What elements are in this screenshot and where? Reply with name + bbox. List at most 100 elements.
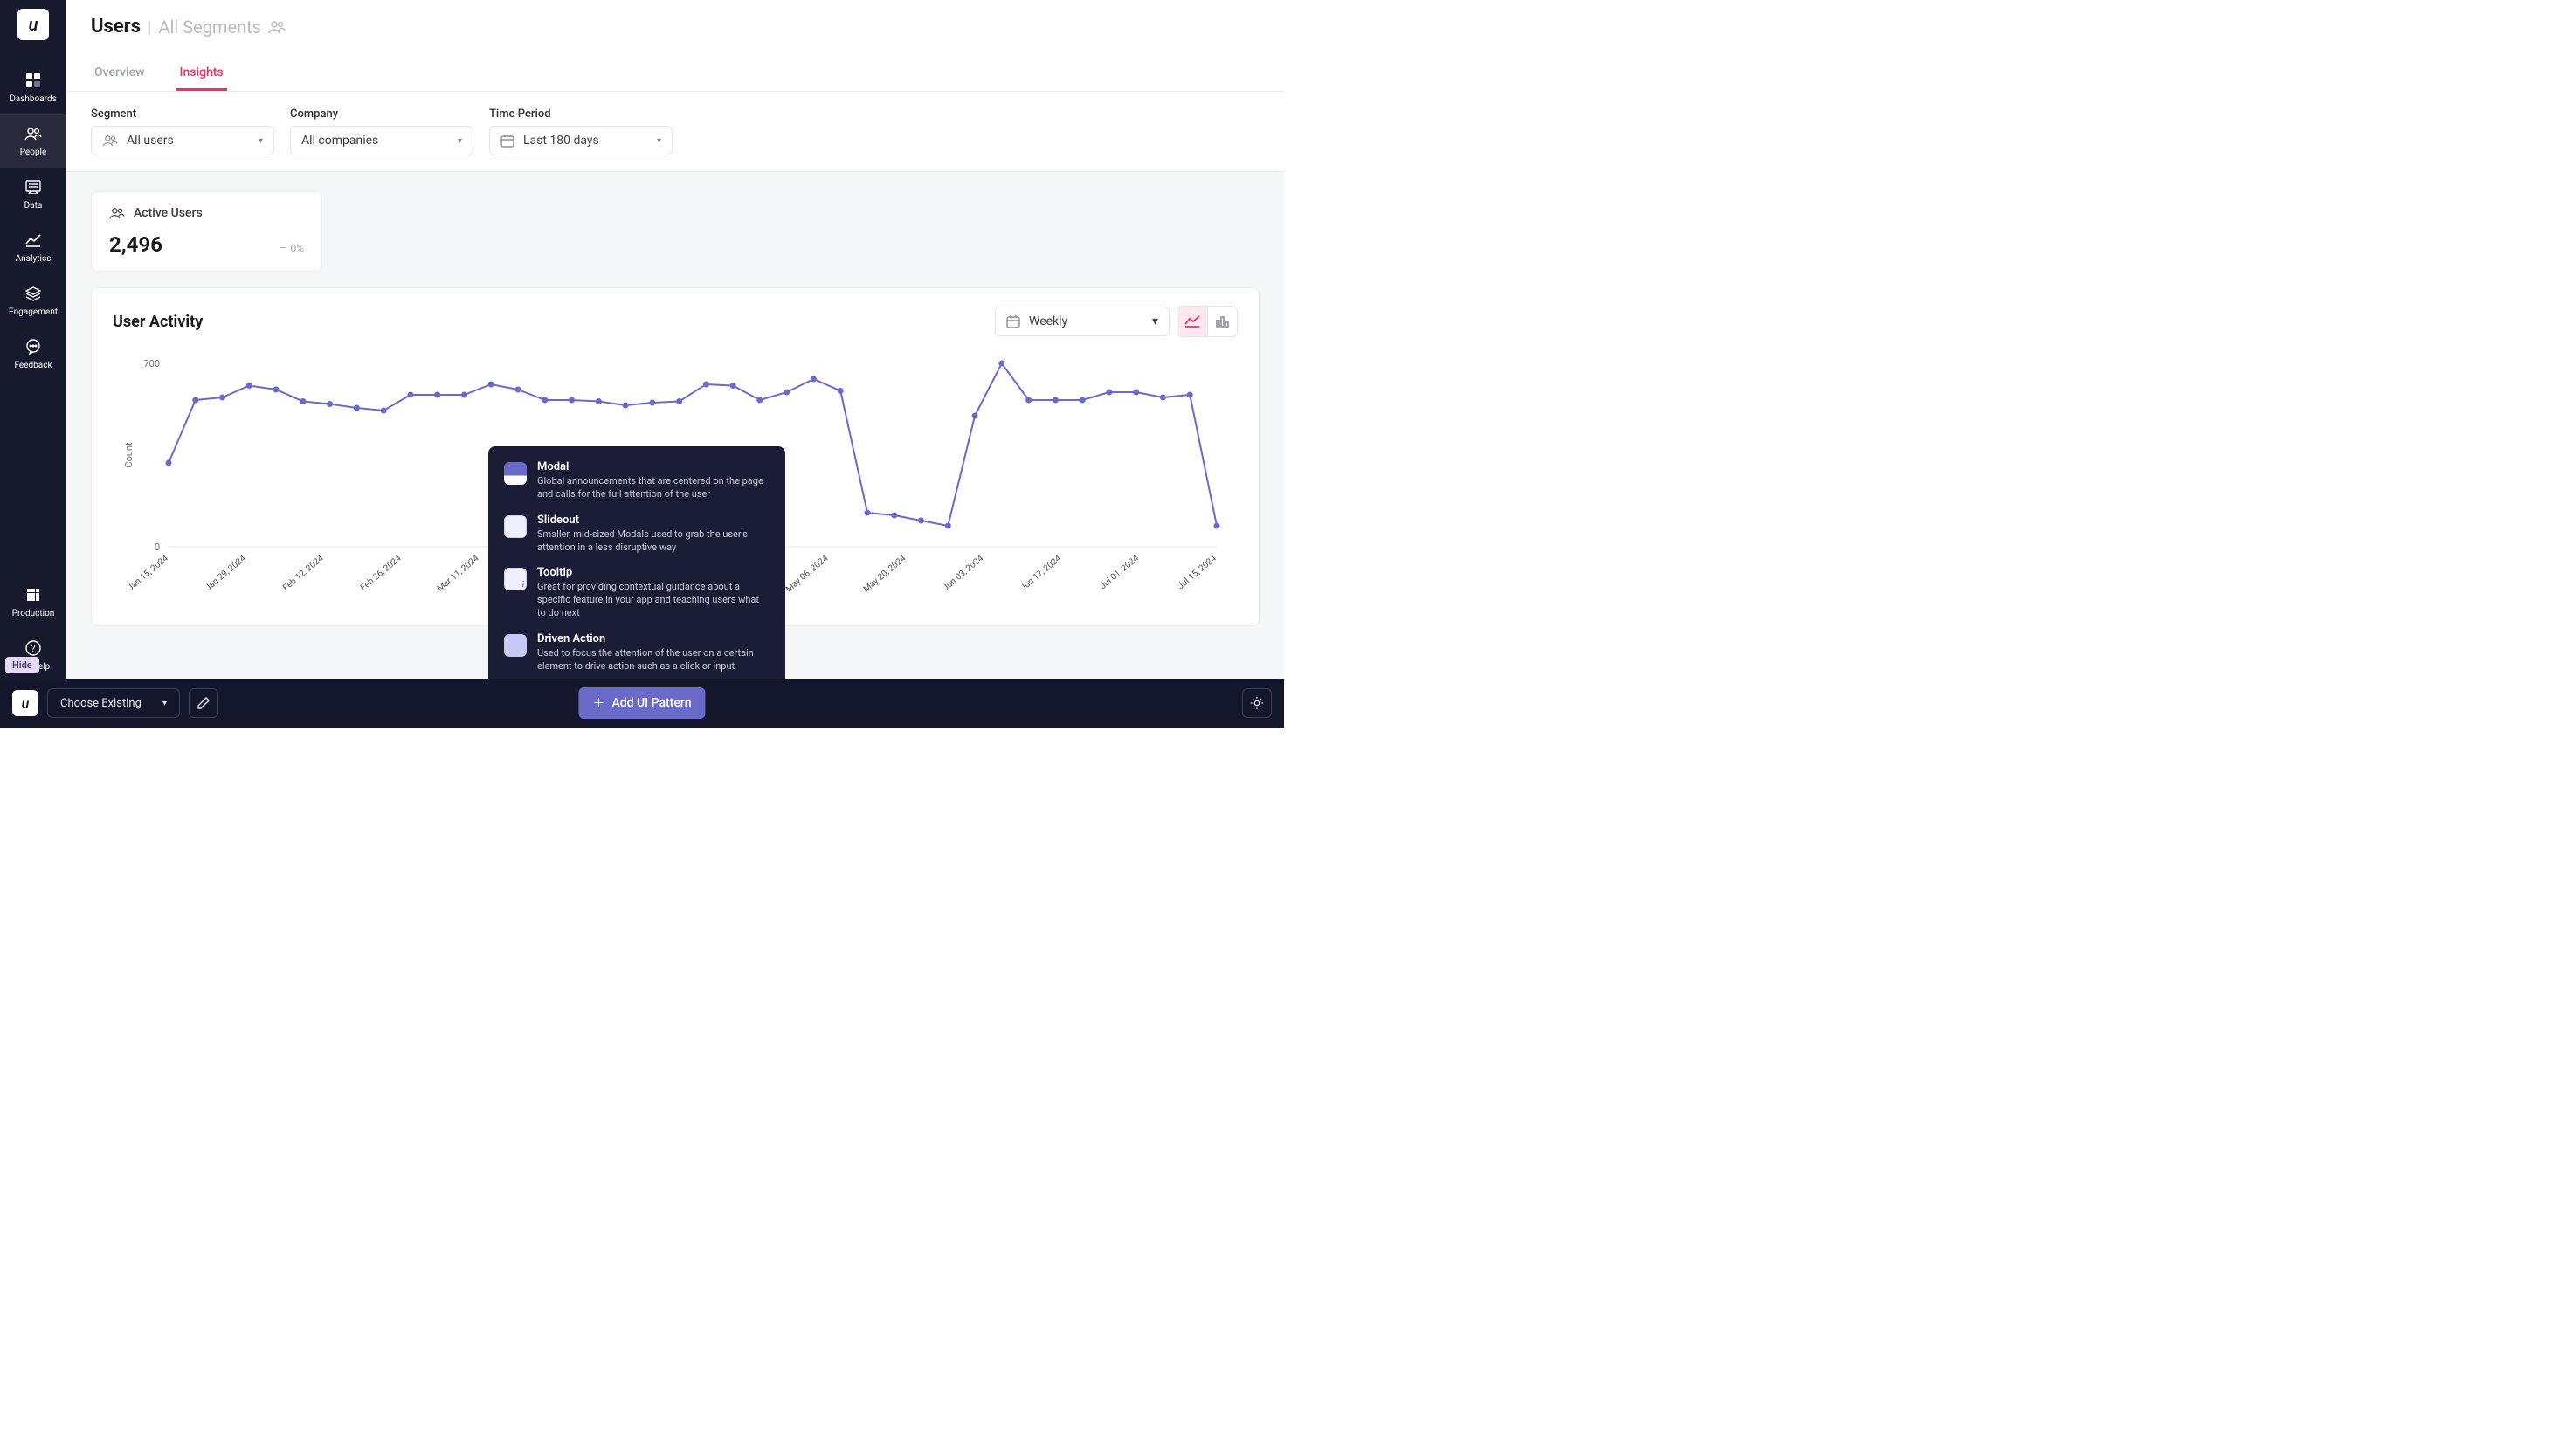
- pattern-slideout[interactable]: Slideout Smaller, mid-sized Modals used …: [504, 514, 770, 555]
- sidebar-item-label: Dashboards: [10, 94, 57, 104]
- sidebar-item-label: Production: [12, 609, 55, 618]
- chevron-down-icon: ▾: [162, 699, 167, 708]
- app-logo-small[interactable]: u: [12, 690, 38, 716]
- page-header: Users | All Segments Overview Insights: [66, 0, 1284, 92]
- sidebar-item-data[interactable]: Data: [0, 168, 66, 221]
- time-value: Last 180 days: [523, 134, 599, 148]
- pattern-title: Modal: [537, 460, 770, 473]
- filter-label-segment: Segment: [91, 107, 274, 121]
- svg-text:Jun 17, 2024: Jun 17, 2024: [1018, 554, 1063, 593]
- people-icon: [109, 207, 125, 219]
- metric-title: Active Users: [134, 206, 203, 220]
- sidebar: u Dashboards People Data Analytics Engag…: [0, 0, 66, 728]
- add-ui-pattern-button[interactable]: ＋ Add UI Pattern: [578, 687, 705, 719]
- hide-badge[interactable]: Hide: [5, 657, 39, 673]
- engagement-icon: [24, 285, 42, 302]
- builder-bar: u Choose Existing ▾ ＋ Add UI Pattern: [0, 679, 1284, 728]
- chevron-down-icon: ▾: [657, 136, 661, 146]
- line-view-button[interactable]: [1177, 307, 1207, 336]
- driven-action-icon: [504, 634, 527, 657]
- plus-icon: ＋: [592, 694, 604, 712]
- chevron-down-icon: ▾: [259, 136, 263, 146]
- svg-text:Feb 12, 2024: Feb 12, 2024: [281, 554, 326, 593]
- sidebar-item-label: Analytics: [16, 254, 52, 264]
- svg-text:May 06, 2024: May 06, 2024: [784, 554, 831, 595]
- sidebar-item-label: Data: [24, 201, 43, 210]
- sidebar-item-label: People: [20, 148, 47, 157]
- page-subtitle: All Segments: [158, 17, 261, 38]
- people-icon: [24, 125, 42, 142]
- sidebar-item-production[interactable]: Production: [0, 576, 66, 629]
- analytics-icon: [24, 231, 42, 249]
- pattern-title: Slideout: [537, 514, 770, 527]
- pattern-driven-action[interactable]: Driven Action Used to focus the attentio…: [504, 632, 770, 673]
- dashboards-icon: [24, 72, 42, 89]
- chevron-down-icon: ▾: [458, 136, 462, 146]
- metric-change: — 0%: [279, 242, 304, 254]
- calendar-icon: [500, 134, 514, 148]
- title-separator: |: [148, 17, 151, 38]
- svg-text:Jul 15, 2024: Jul 15, 2024: [1176, 554, 1218, 591]
- production-icon: [24, 586, 42, 604]
- tab-insights[interactable]: Insights: [176, 57, 226, 91]
- pattern-desc: Used to focus the attention of the user …: [537, 647, 770, 673]
- tab-overview[interactable]: Overview: [91, 57, 148, 91]
- svg-text:Count: Count: [123, 442, 135, 468]
- bar-view-button[interactable]: [1207, 307, 1237, 336]
- choose-existing-select[interactable]: Choose Existing ▾: [47, 688, 180, 718]
- pattern-title: Tooltip: [537, 566, 770, 579]
- people-icon: [268, 20, 286, 34]
- people-icon: [102, 135, 118, 147]
- interval-select[interactable]: Weekly ▾: [995, 307, 1170, 336]
- edit-button[interactable]: [189, 688, 218, 718]
- settings-button[interactable]: [1242, 688, 1272, 718]
- chevron-down-icon: ▾: [1152, 314, 1158, 328]
- svg-text:?: ?: [31, 643, 35, 654]
- svg-text:Mar 11, 2024: Mar 11, 2024: [436, 554, 481, 594]
- sidebar-item-engagement[interactable]: Engagement: [0, 274, 66, 328]
- filters-row: Segment All users ▾ Company All companie…: [66, 92, 1284, 172]
- company-value: All companies: [301, 134, 378, 148]
- svg-text:Jul 01, 2024: Jul 01, 2024: [1099, 554, 1142, 591]
- filter-label-company: Company: [290, 107, 473, 121]
- page-title: Users: [91, 16, 141, 38]
- company-select[interactable]: All companies ▾: [290, 126, 473, 155]
- add-label: Add UI Pattern: [611, 696, 691, 710]
- pattern-desc: Global announcements that are centered o…: [537, 475, 770, 501]
- segment-value: All users: [127, 134, 174, 148]
- sidebar-item-dashboards[interactable]: Dashboards: [0, 61, 66, 114]
- segment-select[interactable]: All users ▾: [91, 126, 274, 155]
- dash-icon: —: [279, 242, 286, 254]
- svg-text:Jun 03, 2024: Jun 03, 2024: [941, 554, 985, 593]
- pattern-desc: Great for providing contextual guidance …: [537, 581, 770, 620]
- interval-value: Weekly: [1029, 314, 1067, 328]
- calendar-icon: [1006, 314, 1020, 328]
- help-icon: ?: [24, 639, 42, 657]
- pattern-desc: Smaller, mid-sized Modals used to grab t…: [537, 528, 770, 555]
- svg-text:Jan 29, 2024: Jan 29, 2024: [204, 554, 248, 593]
- feedback-icon: [24, 338, 42, 355]
- sidebar-item-label: Engagement: [9, 307, 58, 317]
- filter-label-time: Time Period: [489, 107, 673, 121]
- pattern-modal[interactable]: Modal Global announcements that are cent…: [504, 460, 770, 501]
- sidebar-item-label: Feedback: [14, 361, 52, 370]
- svg-text:May 20, 2024: May 20, 2024: [862, 554, 908, 595]
- app-logo[interactable]: u: [17, 9, 49, 40]
- pattern-tooltip[interactable]: Tooltip Great for providing contextual g…: [504, 566, 770, 620]
- svg-text:Feb 26, 2024: Feb 26, 2024: [359, 554, 404, 593]
- choose-label: Choose Existing: [60, 697, 142, 710]
- svg-text:700: 700: [143, 358, 160, 369]
- sidebar-item-analytics[interactable]: Analytics: [0, 221, 66, 274]
- sidebar-item-help[interactable]: ? Get Help: [0, 629, 66, 682]
- svg-text:Jan 15, 2024: Jan 15, 2024: [126, 554, 170, 593]
- active-users-card: Active Users 2,496 — 0%: [91, 191, 322, 272]
- time-select[interactable]: Last 180 days ▾: [489, 126, 673, 155]
- ui-pattern-popover: Modal Global announcements that are cent…: [488, 446, 785, 687]
- chart-title: User Activity: [113, 313, 203, 331]
- sidebar-item-people[interactable]: People: [0, 114, 66, 168]
- sidebar-item-feedback[interactable]: Feedback: [0, 328, 66, 381]
- metric-value: 2,496: [109, 232, 162, 257]
- svg-text:0: 0: [155, 542, 160, 553]
- pattern-title: Driven Action: [537, 632, 770, 645]
- slideout-icon: [504, 515, 527, 538]
